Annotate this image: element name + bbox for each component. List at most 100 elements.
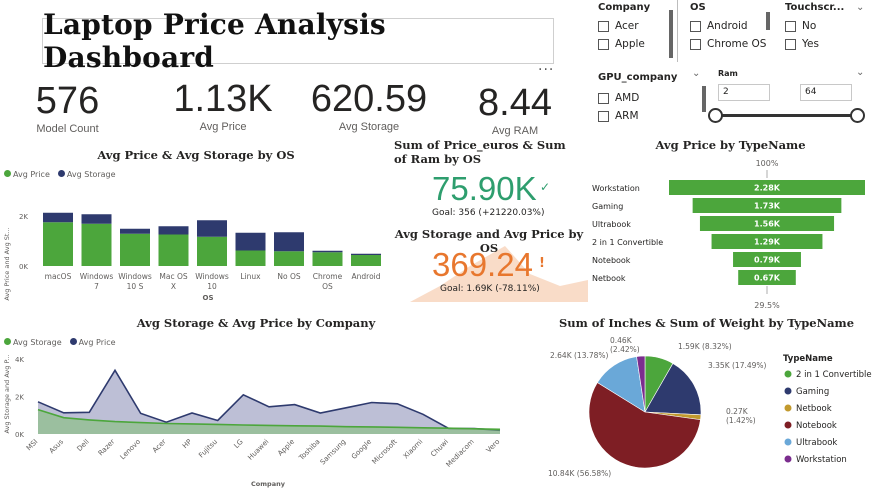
chart-title-pie: Sum of Inches & Sum of Weight by TypeNam… bbox=[558, 316, 855, 330]
legend-item-avg-price[interactable]: Avg Price bbox=[4, 170, 50, 179]
checkbox-icon[interactable] bbox=[785, 20, 796, 32]
chevron-down-icon[interactable]: ⌄ bbox=[692, 68, 700, 79]
pie-data-label: 3.35K (17.49%) bbox=[708, 361, 767, 370]
slicer-option-android[interactable]: Android bbox=[690, 17, 774, 35]
legend-label: Avg Storage bbox=[13, 338, 62, 347]
card-price-ram-title: Sum of Price_euros & Sum of Ram by OS bbox=[394, 138, 566, 166]
bar-avg-storage bbox=[235, 232, 266, 251]
slicer-scrollbar[interactable] bbox=[766, 12, 770, 30]
pie-data-label: 0.27K bbox=[726, 407, 749, 416]
legend-dot bbox=[784, 421, 792, 429]
ram-max-input[interactable]: 64 bbox=[800, 84, 852, 101]
option-label: Yes bbox=[802, 38, 819, 50]
checkbox-icon[interactable] bbox=[598, 20, 609, 32]
legend-label: Notebook bbox=[796, 421, 837, 431]
check-icon: ✓ bbox=[540, 180, 551, 194]
legend-dot bbox=[69, 338, 77, 345]
pie-data-label: 2.64K (13.78%) bbox=[550, 351, 609, 360]
kpi-model-count[interactable]: 576 Model Count bbox=[20, 80, 115, 135]
slicer-option-acer[interactable]: Acer bbox=[598, 17, 677, 35]
option-label: ARM bbox=[615, 110, 639, 122]
checkbox-icon[interactable] bbox=[690, 20, 701, 32]
x-tick-label: Fujitsu bbox=[197, 438, 219, 460]
legend-label: Netbook bbox=[796, 404, 832, 414]
y-tick-label: 4K bbox=[15, 356, 24, 364]
legend-item-avg-price[interactable]: Avg Price bbox=[69, 338, 116, 347]
x-tick-label: 10 S bbox=[127, 282, 144, 291]
x-tick-label: Windows bbox=[80, 272, 114, 281]
funnel-bar-label: 1.73K bbox=[754, 202, 781, 211]
kpi-value: 8.44 bbox=[478, 82, 552, 124]
funnel-top-label: 100% bbox=[756, 159, 779, 168]
legend-title: TypeName bbox=[783, 354, 833, 364]
x-tick-label: 10 bbox=[207, 282, 217, 291]
slicer-option-amd[interactable]: AMD bbox=[598, 89, 708, 107]
legend-item-avg-storage[interactable]: Avg Storage bbox=[57, 170, 116, 179]
legend-label: Avg Price bbox=[78, 338, 116, 347]
chart-title-typename: Avg Price by TypeName bbox=[655, 138, 806, 152]
legend-label: Ultrabook bbox=[796, 438, 837, 448]
legend-label: 2 in 1 Convertible bbox=[796, 370, 872, 380]
x-tick-label: Acer bbox=[151, 438, 168, 455]
bar-avg-storage bbox=[351, 253, 381, 255]
chevron-down-icon[interactable]: ⌄ bbox=[856, 67, 864, 78]
more-options-icon[interactable]: ··· bbox=[538, 62, 554, 78]
pie-data-label: (2.42%) bbox=[610, 345, 640, 354]
checkbox-icon[interactable] bbox=[598, 38, 609, 50]
x-tick-label: Linux bbox=[240, 272, 261, 281]
legend-item-avg-storage[interactable]: Avg Storage bbox=[4, 338, 62, 347]
x-tick-label: Razer bbox=[97, 438, 117, 458]
x-tick-label: HP bbox=[181, 438, 193, 450]
funnel-bar-label: 1.56K bbox=[754, 220, 781, 229]
kpi-avg-storage[interactable]: 620.59 Avg Storage bbox=[308, 78, 430, 133]
ram-slider-min-handle[interactable] bbox=[708, 108, 723, 123]
kpi-value: 620.59 bbox=[310, 78, 428, 120]
slicer-option-no[interactable]: No bbox=[785, 17, 870, 35]
legend-label: Workstation bbox=[796, 455, 847, 465]
kpi-label: Avg RAM bbox=[491, 125, 539, 137]
checkbox-icon[interactable] bbox=[690, 38, 701, 50]
x-tick-label: Toshiba bbox=[297, 438, 322, 463]
chart-company-svg: Avg Storage and Avg P... 0K 2K 4K MSI Asus De… bbox=[3, 354, 501, 488]
slicer-company: Company Acer Apple bbox=[590, 0, 678, 62]
x-tick-label: Mediacom bbox=[445, 438, 476, 469]
slicer-option-apple[interactable]: Apple bbox=[598, 35, 677, 53]
slicer-option-chrome-os[interactable]: Chrome OS bbox=[690, 35, 774, 53]
bar-avg-price bbox=[120, 233, 150, 266]
x-tick-label: Huawei bbox=[246, 438, 270, 462]
ram-min-input[interactable]: 2 bbox=[718, 84, 770, 101]
chevron-down-icon[interactable]: ⌄ bbox=[856, 2, 864, 13]
slicer-scrollbar[interactable] bbox=[669, 10, 673, 58]
slicer-scrollbar[interactable] bbox=[702, 86, 706, 112]
dashboard-title: Laptop Price Analysis Dashboard bbox=[43, 8, 386, 74]
option-label: Android bbox=[707, 20, 748, 32]
checkbox-icon[interactable] bbox=[785, 38, 796, 50]
checkbox-icon[interactable] bbox=[598, 110, 609, 122]
slicer-option-yes[interactable]: Yes bbox=[785, 35, 870, 53]
funnel-category-label: Notebook bbox=[592, 256, 631, 265]
slicer-title: Company bbox=[598, 2, 651, 13]
pie-data-label: 10.84K (56.58%) bbox=[548, 469, 611, 478]
bar-avg-storage bbox=[43, 212, 73, 223]
kpi-avg-ram[interactable]: 8.44 Avg RAM bbox=[468, 82, 562, 137]
kpi-value: 576 bbox=[35, 80, 100, 122]
ram-slider-track[interactable] bbox=[716, 114, 858, 117]
bar-avg-price bbox=[235, 250, 266, 266]
chart-title-company: Avg Storage & Avg Price by Company bbox=[136, 316, 376, 330]
legend-dot bbox=[784, 370, 792, 378]
kpi-avg-price[interactable]: 1.13K Avg Price bbox=[168, 78, 278, 133]
x-tick-label: Lenovo bbox=[119, 438, 143, 462]
slicer-gpu-company: GPU_company AMD ARM bbox=[590, 66, 708, 124]
x-tick-label: Dell bbox=[75, 438, 90, 453]
checkbox-icon[interactable] bbox=[598, 92, 609, 104]
card-price-ram-goal: Goal: 356 (+21220.03%) bbox=[432, 208, 545, 218]
x-tick-label: 7 bbox=[94, 282, 99, 291]
x-tick-label: macOS bbox=[45, 272, 72, 281]
x-axis-title: OS bbox=[203, 294, 214, 302]
slicer-option-arm[interactable]: ARM bbox=[598, 107, 708, 125]
card-storage-price-goal: Goal: 1.69K (-78.11%) bbox=[440, 284, 540, 294]
bar-avg-price bbox=[81, 223, 112, 266]
bar-avg-price bbox=[197, 236, 227, 266]
legend-label: Avg Storage bbox=[66, 170, 116, 179]
ram-slider-max-handle[interactable] bbox=[850, 108, 865, 123]
